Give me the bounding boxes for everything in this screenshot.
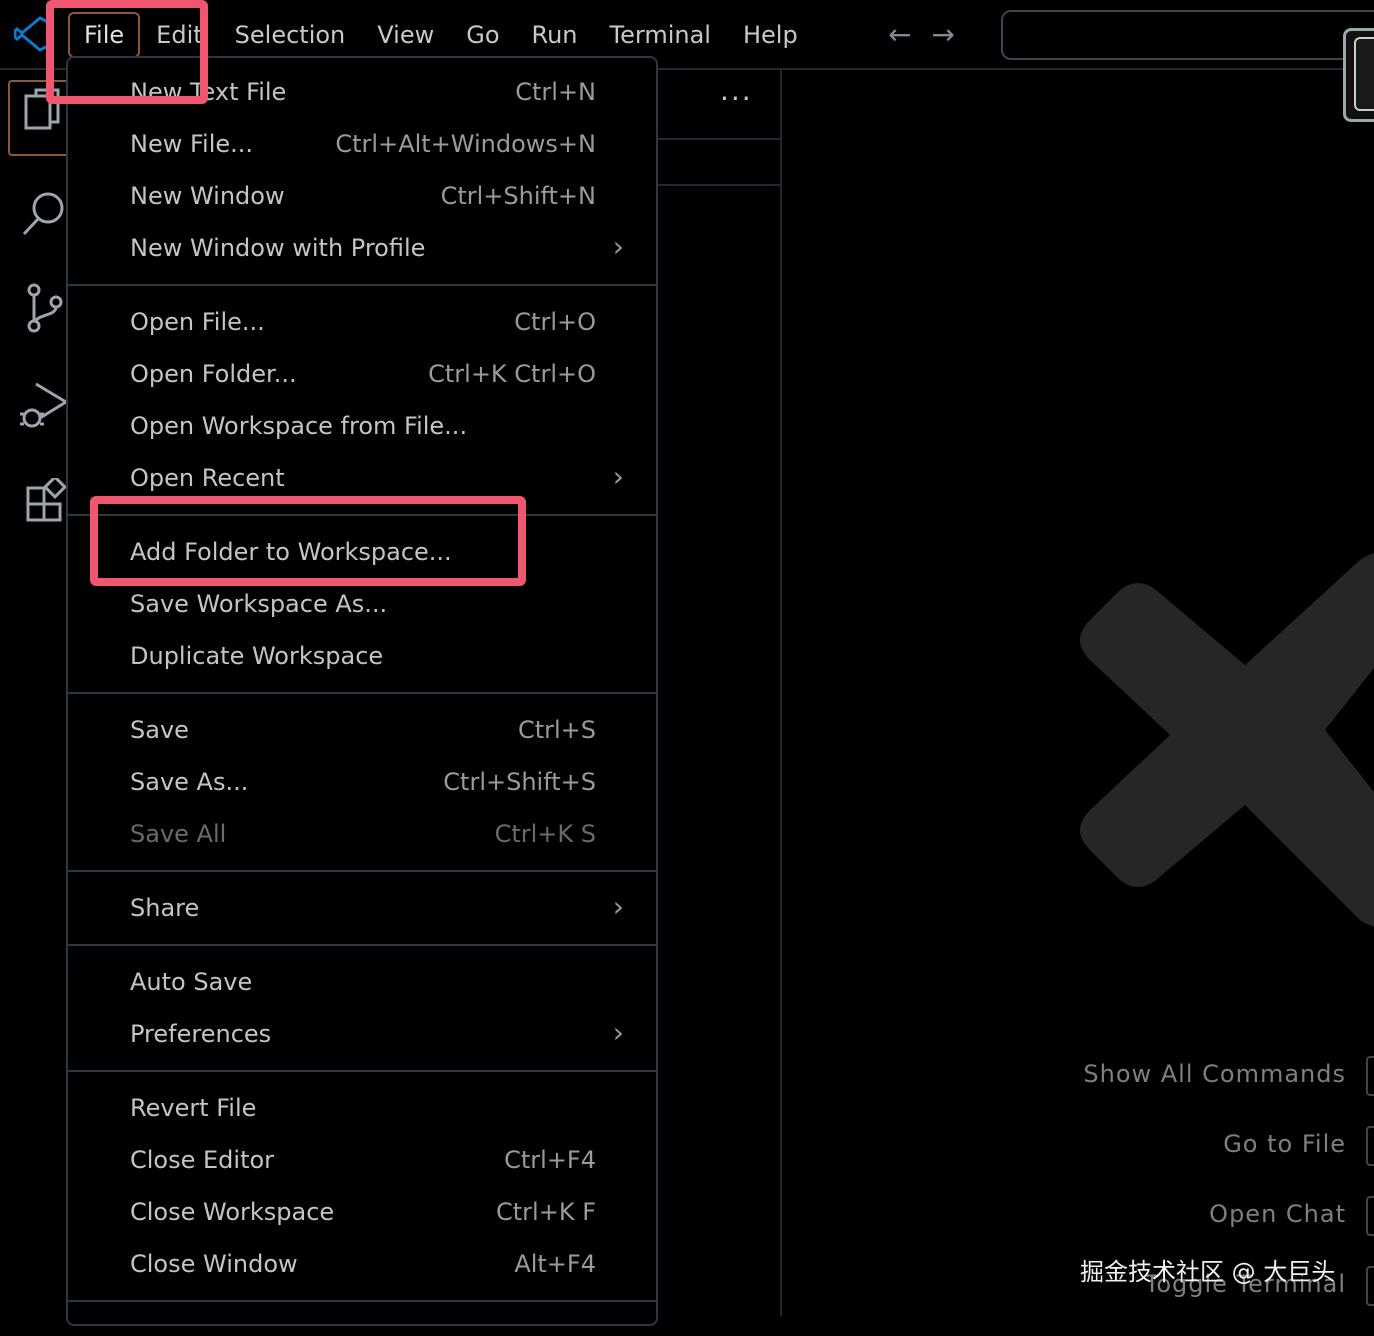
menu-edit[interactable]: Edit — [140, 12, 218, 58]
menu-item-save[interactable]: Save Ctrl+S — [68, 706, 656, 758]
hint-show-all-commands: Show All Commands — [1083, 1060, 1346, 1088]
menu-item-label: Revert File — [130, 1094, 257, 1122]
menu-item-preferences[interactable]: Preferences › — [68, 1010, 656, 1062]
menu-item-open-file[interactable]: Open File... Ctrl+O — [68, 298, 656, 350]
activity-bar — [0, 70, 69, 1316]
menu-file[interactable]: File — [68, 12, 141, 58]
menu-item-save-workspace-as[interactable]: Save Workspace As... — [68, 580, 656, 632]
back-arrow-icon[interactable]: ← — [888, 18, 911, 51]
menu-item-label: Duplicate Workspace — [130, 642, 384, 670]
menu-item-label: Open Folder... — [130, 360, 297, 388]
menu-go[interactable]: Go — [450, 12, 515, 58]
keybinding-badge — [1366, 1196, 1374, 1236]
menu-item-shortcut: Ctrl+O — [514, 308, 596, 336]
menu-view[interactable]: View — [361, 12, 450, 58]
menu-item-revert-file[interactable]: Revert File — [68, 1084, 656, 1136]
menu-item-shortcut: Ctrl+Shift+N — [440, 182, 596, 210]
menu-item-new-window[interactable]: New Window Ctrl+Shift+N — [68, 172, 656, 224]
menu-item-open-folder[interactable]: Open Folder... Ctrl+K Ctrl+O — [68, 350, 656, 402]
extensions-icon[interactable] — [18, 474, 68, 526]
menu-item-label: Close Editor — [130, 1146, 275, 1174]
source-control-icon[interactable] — [18, 282, 66, 333]
editor-shortcut-hints: Show All Commands Go to File Open Chat T… — [1083, 1056, 1346, 1336]
menu-separator — [68, 944, 658, 946]
menu-item-label: Save Workspace As... — [130, 590, 388, 618]
menu-item-close-editor[interactable]: Close Editor Ctrl+F4 — [68, 1136, 656, 1188]
hint-open-chat: Open Chat — [1209, 1200, 1346, 1228]
menu-item-close-window[interactable]: Close Window Alt+F4 — [68, 1240, 656, 1292]
menu-item-share[interactable]: Share › — [68, 884, 656, 936]
menu-item-new-file[interactable]: New File... Ctrl+Alt+Windows+N — [68, 120, 656, 172]
menu-selection[interactable]: Selection — [219, 12, 362, 58]
menu-terminal[interactable]: Terminal — [594, 12, 727, 58]
menu-bar: File Edit Selection View Go Run Terminal… — [68, 12, 814, 58]
hint-go-to-file: Go to File — [1223, 1130, 1346, 1158]
menu-help[interactable]: Help — [727, 12, 814, 58]
menu-item-label: New Window — [130, 182, 285, 210]
menu-item-label: Open Recent — [130, 464, 285, 492]
menu-item-label: Auto Save — [130, 968, 253, 996]
menu-separator — [68, 870, 658, 872]
file-menu-dropdown: New Text File Ctrl+N New File... Ctrl+Al… — [66, 56, 658, 1326]
menu-item-label: Preferences — [130, 1020, 272, 1048]
menu-item-auto-save[interactable]: Auto Save — [68, 958, 656, 1010]
menu-item-duplicate-workspace[interactable]: Duplicate Workspace — [68, 632, 656, 684]
menu-separator — [68, 284, 658, 286]
menu-item-label: Add Folder to Workspace... — [130, 538, 452, 566]
search-icon[interactable] — [18, 188, 66, 236]
chevron-right-icon: › — [612, 890, 624, 923]
menu-item-label: New File... — [130, 130, 254, 158]
chevron-right-icon: › — [612, 230, 624, 263]
navigation-arrows: ← → — [888, 18, 955, 51]
menu-item-shortcut: Ctrl+K Ctrl+O — [428, 360, 596, 388]
keybinding-badge — [1366, 1266, 1374, 1306]
menu-item-label: Open Workspace from File... — [130, 412, 468, 440]
keybinding-badge — [1366, 1126, 1374, 1166]
keybinding-badge — [1366, 1056, 1374, 1096]
menu-item-label: Open File... — [130, 308, 265, 336]
menu-item-label: Close Workspace — [130, 1198, 335, 1226]
menu-item-open-recent[interactable]: Open Recent › — [68, 454, 656, 506]
menu-item-save-as[interactable]: Save As... Ctrl+Shift+S — [68, 758, 656, 810]
menu-separator — [68, 514, 658, 516]
menu-item-close-workspace[interactable]: Close Workspace Ctrl+K F — [68, 1188, 656, 1240]
menu-item-shortcut: Ctrl+K F — [496, 1198, 596, 1226]
menu-item-shortcut: Ctrl+Shift+S — [443, 768, 596, 796]
menu-item-label: Share — [130, 894, 200, 922]
menu-separator — [68, 692, 658, 694]
menu-item-open-workspace-from-file[interactable]: Open Workspace from File... — [68, 402, 656, 454]
menu-item-shortcut: Alt+F4 — [514, 1250, 596, 1278]
vscode-watermark-icon — [1080, 552, 1374, 927]
forward-arrow-icon[interactable]: → — [931, 18, 954, 51]
menu-item-label: Save All — [130, 820, 227, 848]
menu-item-add-folder-to-workspace[interactable]: Add Folder to Workspace... — [68, 528, 656, 580]
menu-item-shortcut: Ctrl+S — [517, 716, 596, 744]
menu-run[interactable]: Run — [516, 12, 594, 58]
menu-separator — [68, 1070, 658, 1072]
menu-separator — [68, 1300, 658, 1302]
menu-item-label: Save — [130, 716, 189, 744]
menu-item-label: Save As... — [130, 768, 249, 796]
menu-item-label: New Window with Profile — [130, 234, 426, 262]
menu-item-new-window-with-profile[interactable]: New Window with Profile › — [68, 224, 656, 276]
more-actions-icon[interactable]: ··· — [720, 82, 753, 115]
explorer-icon[interactable] — [8, 80, 68, 156]
watermark-credit: 掘金技术社区 @ 大巨头 — [1080, 1258, 1336, 1286]
chevron-right-icon: › — [612, 460, 624, 493]
menu-item-label: Close Window — [130, 1250, 298, 1278]
menu-item-label: New Text File — [130, 78, 287, 106]
command-center-search[interactable] — [1001, 10, 1374, 60]
menu-item-shortcut: Ctrl+N — [515, 78, 596, 106]
vscode-logo-icon — [14, 16, 50, 52]
chevron-right-icon: › — [612, 1016, 624, 1049]
run-debug-icon[interactable] — [18, 378, 69, 428]
window-control-button[interactable] — [1343, 28, 1374, 122]
menu-item-shortcut: Ctrl+K S — [494, 820, 596, 848]
menu-item-save-all: Save All Ctrl+K S — [68, 810, 656, 862]
menu-item-shortcut: Ctrl+Alt+Windows+N — [335, 130, 596, 158]
menu-item-shortcut: Ctrl+F4 — [504, 1146, 596, 1174]
menu-item-new-text-file[interactable]: New Text File Ctrl+N — [68, 68, 656, 120]
